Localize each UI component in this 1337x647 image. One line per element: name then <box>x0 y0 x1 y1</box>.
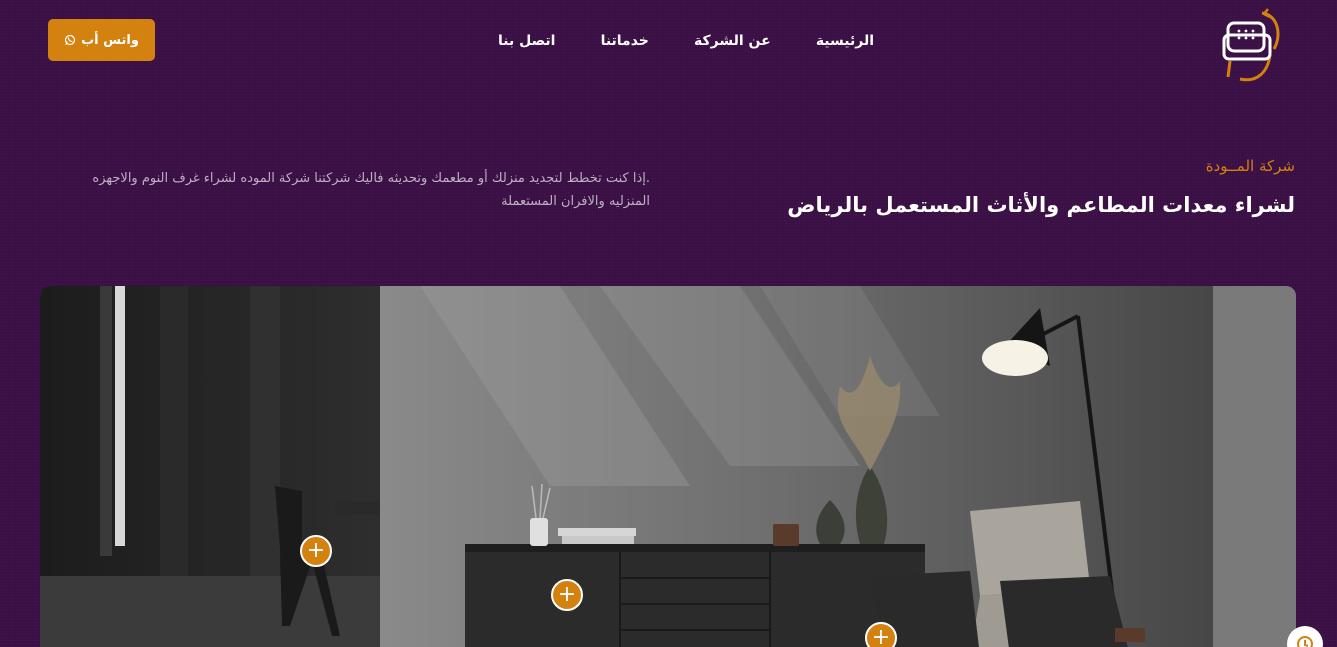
main-nav: الرئيسية عن الشركة خدماتنا اتصل بنا <box>498 33 874 51</box>
nav-services[interactable]: خدماتنا <box>601 33 649 51</box>
hero-image <box>40 286 1296 647</box>
hero-description: .إذا كنت تخطط لتجديد منزلك أو مطعمك وتحد… <box>92 171 650 209</box>
hotspot-sideboard[interactable]: + <box>551 579 583 611</box>
site-header: واتس أب الرئيسية عن الشركة خدماتنا اتصل … <box>0 0 1337 85</box>
company-logo[interactable] <box>1218 5 1282 85</box>
furniture-scene-image <box>40 286 1296 647</box>
hotspot-chair[interactable]: + <box>300 535 332 567</box>
whatsapp-label: واتس أب <box>81 32 139 48</box>
nav-about[interactable]: عن الشركة <box>694 33 771 51</box>
nav-home[interactable]: الرئيسية <box>816 33 874 51</box>
nav-contact[interactable]: اتصل بنا <box>498 33 555 51</box>
hero-headline: لشراء معدات المطاعم والأثاث المستعمل بال… <box>787 193 1295 217</box>
hotspot-armchair[interactable]: + <box>865 622 897 647</box>
whatsapp-button[interactable]: واتس أب <box>48 19 155 61</box>
whatsapp-icon <box>64 34 76 46</box>
chat-icon <box>1297 636 1313 647</box>
hero-eyebrow: شركة المــودة <box>1205 157 1295 175</box>
